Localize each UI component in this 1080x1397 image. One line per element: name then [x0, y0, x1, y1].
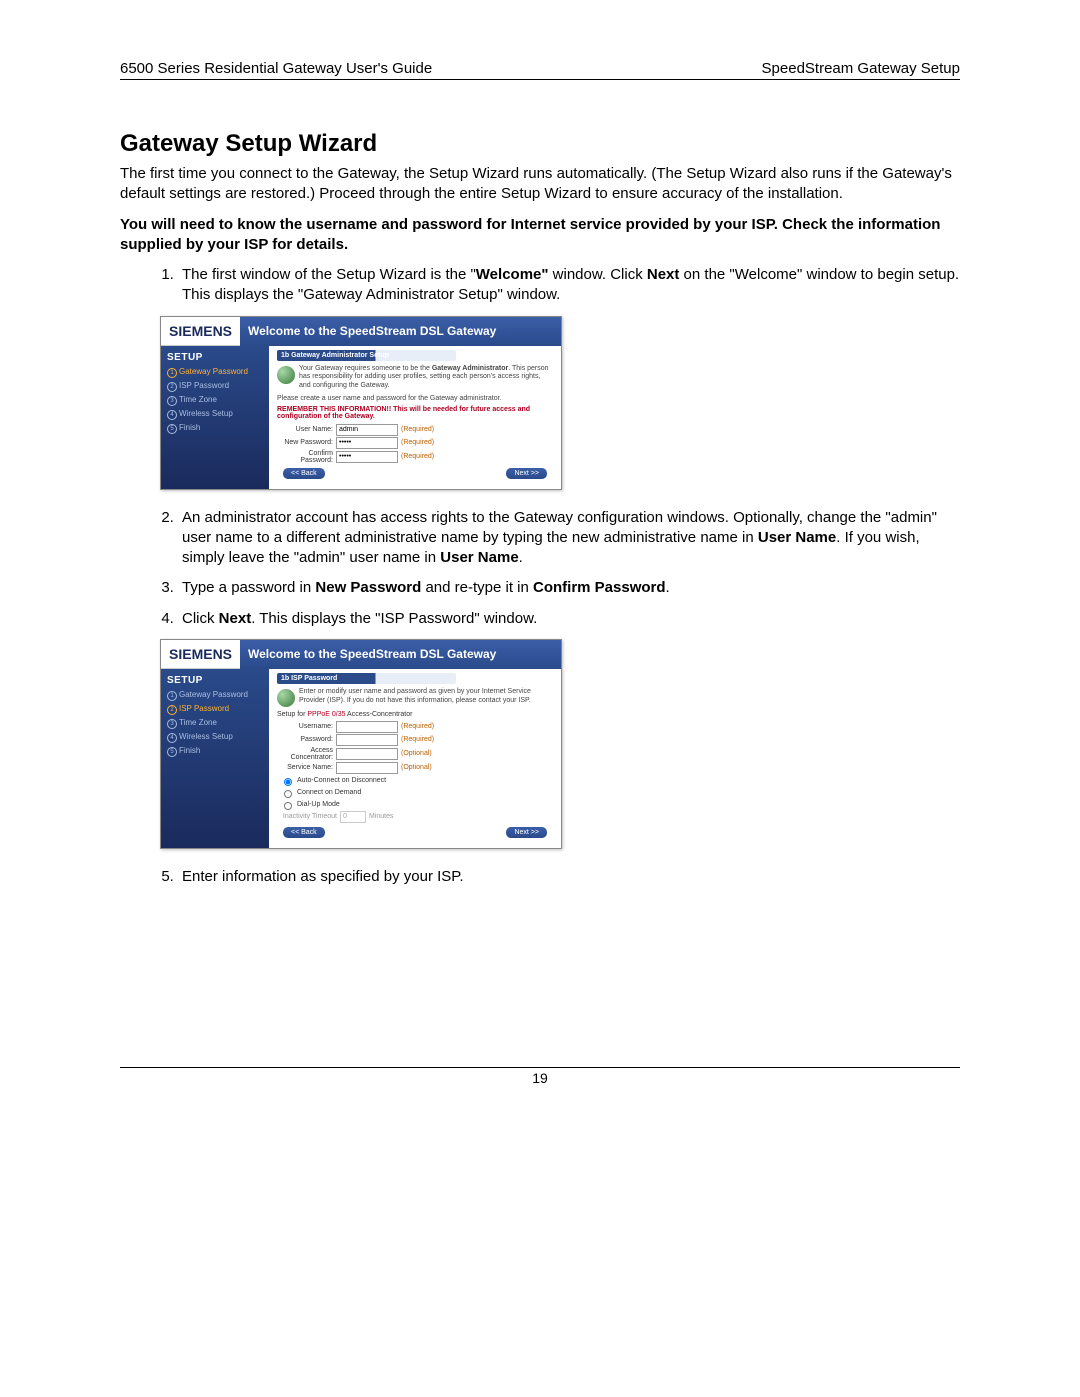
password-input[interactable] — [336, 734, 398, 746]
access-concentrator-input[interactable] — [336, 748, 398, 760]
service-name-input[interactable] — [336, 762, 398, 774]
header-right: SpeedStream Gateway Setup — [762, 60, 960, 77]
sidebar-item-gateway-password[interactable]: 1Gateway Password — [167, 367, 263, 378]
sidebar-item-time-zone[interactable]: 3Time Zone — [167, 395, 263, 406]
service-name-label: Service Name: — [277, 764, 333, 771]
new-password-label: New Password: — [277, 439, 333, 446]
sidebar-item-isp-password[interactable]: 2ISP Password — [167, 704, 263, 715]
access-concentrator-label: Access Concentrator: — [277, 747, 333, 761]
user-name-label: User Name: — [277, 426, 333, 433]
back-button[interactable]: << Back — [283, 468, 325, 479]
inactivity-timeout-input — [340, 811, 366, 823]
radio-label: Auto-Connect on Disconnect — [297, 777, 386, 784]
radio-label: Dial-Up Mode — [297, 801, 340, 808]
intro-paragraph: The first time you connect to the Gatewa… — [120, 164, 960, 205]
next-button[interactable]: Next >> — [506, 468, 547, 479]
step-5: Enter information as specified by your I… — [178, 867, 960, 887]
hint-required: (Required) — [401, 439, 434, 446]
radio-auto-connect[interactable] — [284, 778, 292, 786]
sidebar-header: SETUP — [167, 352, 263, 363]
wizard-sidebar: SETUP 1Gateway Password 2ISP Password 3T… — [161, 669, 269, 848]
wizard-warning: REMEMBER THIS INFORMATION!! This will be… — [277, 406, 553, 420]
back-button[interactable]: << Back — [283, 827, 325, 838]
next-button[interactable]: Next >> — [506, 827, 547, 838]
wizard-intro-text: Your Gateway requires someone to be the … — [299, 365, 553, 391]
password-label: Password: — [277, 736, 333, 743]
user-name-input[interactable] — [336, 424, 398, 436]
new-password-input[interactable] — [336, 437, 398, 449]
header-left: 6500 Series Residential Gateway User's G… — [120, 60, 432, 77]
sidebar-header: SETUP — [167, 675, 263, 686]
hint-required: (Required) — [401, 453, 434, 460]
hint-required: (Required) — [401, 426, 434, 433]
minutes-label: Minutes — [369, 813, 394, 820]
step-4: Click Next. This displays the "ISP Passw… — [178, 609, 960, 629]
confirm-password-input[interactable] — [336, 451, 398, 463]
hint-required: (Required) — [401, 736, 434, 743]
brand-logo: SIEMENS — [161, 317, 240, 346]
username-input[interactable] — [336, 721, 398, 733]
wizard-title: Welcome to the SpeedStream DSL Gateway — [240, 640, 561, 669]
brand-logo: SIEMENS — [161, 640, 240, 669]
isp-note: You will need to know the username and p… — [120, 215, 960, 256]
setup-for-line: Setup for PPPoE 0/35 Access-Concentrator — [277, 711, 553, 718]
wizard-intro-text: Enter or modify user name and password a… — [299, 688, 553, 707]
sidebar-item-wireless-setup[interactable]: 4Wireless Setup — [167, 732, 263, 743]
globe-icon — [277, 689, 295, 707]
wizard-admin-setup: SIEMENS Welcome to the SpeedStream DSL G… — [160, 316, 562, 490]
username-label: Username: — [277, 723, 333, 730]
hint-optional: (Optional) — [401, 764, 432, 771]
breadcrumb: 1b Gateway Administrator Setup — [277, 350, 456, 361]
sidebar-item-gateway-password[interactable]: 1Gateway Password — [167, 690, 263, 701]
globe-icon — [277, 366, 295, 384]
inactivity-timeout-label: Inactivity Timeout — [277, 813, 337, 820]
sidebar-item-time-zone[interactable]: 3Time Zone — [167, 718, 263, 729]
page-footer: 19 — [120, 1067, 960, 1086]
wizard-isp-password: SIEMENS Welcome to the SpeedStream DSL G… — [160, 639, 562, 849]
page-header: 6500 Series Residential Gateway User's G… — [120, 60, 960, 80]
radio-connect-demand[interactable] — [284, 790, 292, 798]
wizard-sidebar: SETUP 1Gateway Password 2ISP Password 3T… — [161, 346, 269, 489]
radio-dialup[interactable] — [284, 802, 292, 810]
sidebar-item-isp-password[interactable]: 2ISP Password — [167, 381, 263, 392]
wizard-instruction: Please create a user name and password f… — [277, 395, 553, 404]
hint-optional: (Optional) — [401, 750, 432, 757]
sidebar-item-wireless-setup[interactable]: 4Wireless Setup — [167, 409, 263, 420]
page-title: Gateway Setup Wizard — [120, 130, 960, 158]
radio-label: Connect on Demand — [297, 789, 361, 796]
confirm-password-label: Confirm Password: — [277, 450, 333, 464]
step-1: The first window of the Setup Wizard is … — [178, 265, 960, 306]
step-3: Type a password in New Password and re-t… — [178, 578, 960, 598]
breadcrumb: 1b ISP Password — [277, 673, 456, 684]
sidebar-item-finish[interactable]: 5Finish — [167, 746, 263, 757]
sidebar-item-finish[interactable]: 5Finish — [167, 423, 263, 434]
wizard-title: Welcome to the SpeedStream DSL Gateway — [240, 317, 561, 346]
hint-required: (Required) — [401, 723, 434, 730]
page-number: 19 — [532, 1070, 548, 1086]
step-2: An administrator account has access righ… — [178, 508, 960, 569]
